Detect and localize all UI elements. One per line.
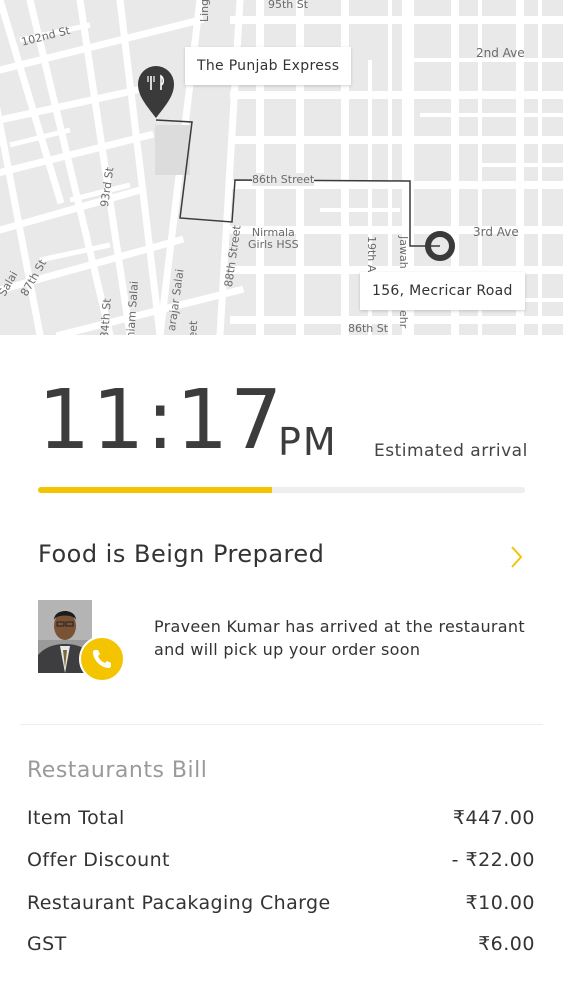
driver-status-message: Praveen Kumar has arrived at the restaur… (154, 617, 525, 659)
eta-time: 11:17 (38, 373, 285, 468)
restaurant-tag: The Punjab Express (185, 47, 352, 85)
call-driver-button[interactable] (79, 636, 125, 682)
delivery-progress-bar (38, 487, 525, 493)
street-label: 84th St (98, 298, 114, 335)
bill-row-offer-discount: Offer Discount - ₹22.00 (27, 849, 535, 877)
order-status-title: Food is Beign Prepared (38, 540, 325, 568)
bill-value: ₹10.00 (465, 892, 535, 914)
bill-label: Item Total (27, 807, 125, 829)
bill-label: Restaurant Pacakaging Charge (27, 892, 331, 914)
fork-knife-pin-icon (138, 66, 174, 118)
section-divider (20, 724, 543, 725)
eta-label: Estimated arrival (374, 441, 528, 461)
bill-label: GST (27, 933, 67, 955)
delivery-progress-fill (38, 487, 272, 493)
map-view[interactable]: 95th St 102nd St Ling 2nd Ave 93rd St 86… (0, 0, 563, 335)
street-label: 86th Street (252, 173, 315, 186)
bill-row-gst: GST ₹6.00 (27, 933, 535, 961)
bill-value: ₹6.00 (478, 933, 535, 955)
street-label: Ling (198, 0, 211, 22)
chevron-right-icon[interactable] (506, 543, 528, 571)
bill-title: Restaurants Bill (27, 758, 208, 783)
bill-value: - ₹22.00 (451, 849, 535, 871)
street-label: Nirmala Girls HSS (248, 226, 299, 251)
bill-value: ₹447.00 (452, 807, 535, 829)
destination-tag: 156, Mecricar Road (360, 272, 525, 310)
street-label: 86th St (348, 322, 389, 335)
street-label: eet (186, 320, 201, 335)
street-label: 95th St (268, 0, 309, 11)
bill-row-packaging: Restaurant Pacakaging Charge ₹10.00 (27, 892, 535, 920)
street-label: Jawah (397, 236, 410, 269)
phone-icon (93, 650, 111, 668)
street-label: 2nd Ave (476, 46, 525, 60)
bill-row-item-total: Item Total ₹447.00 (27, 807, 535, 835)
street-label: 3rd Ave (473, 225, 519, 239)
bill-label: Offer Discount (27, 849, 170, 871)
street-label: ehr (397, 310, 410, 329)
eta-ampm: PM (278, 420, 338, 464)
